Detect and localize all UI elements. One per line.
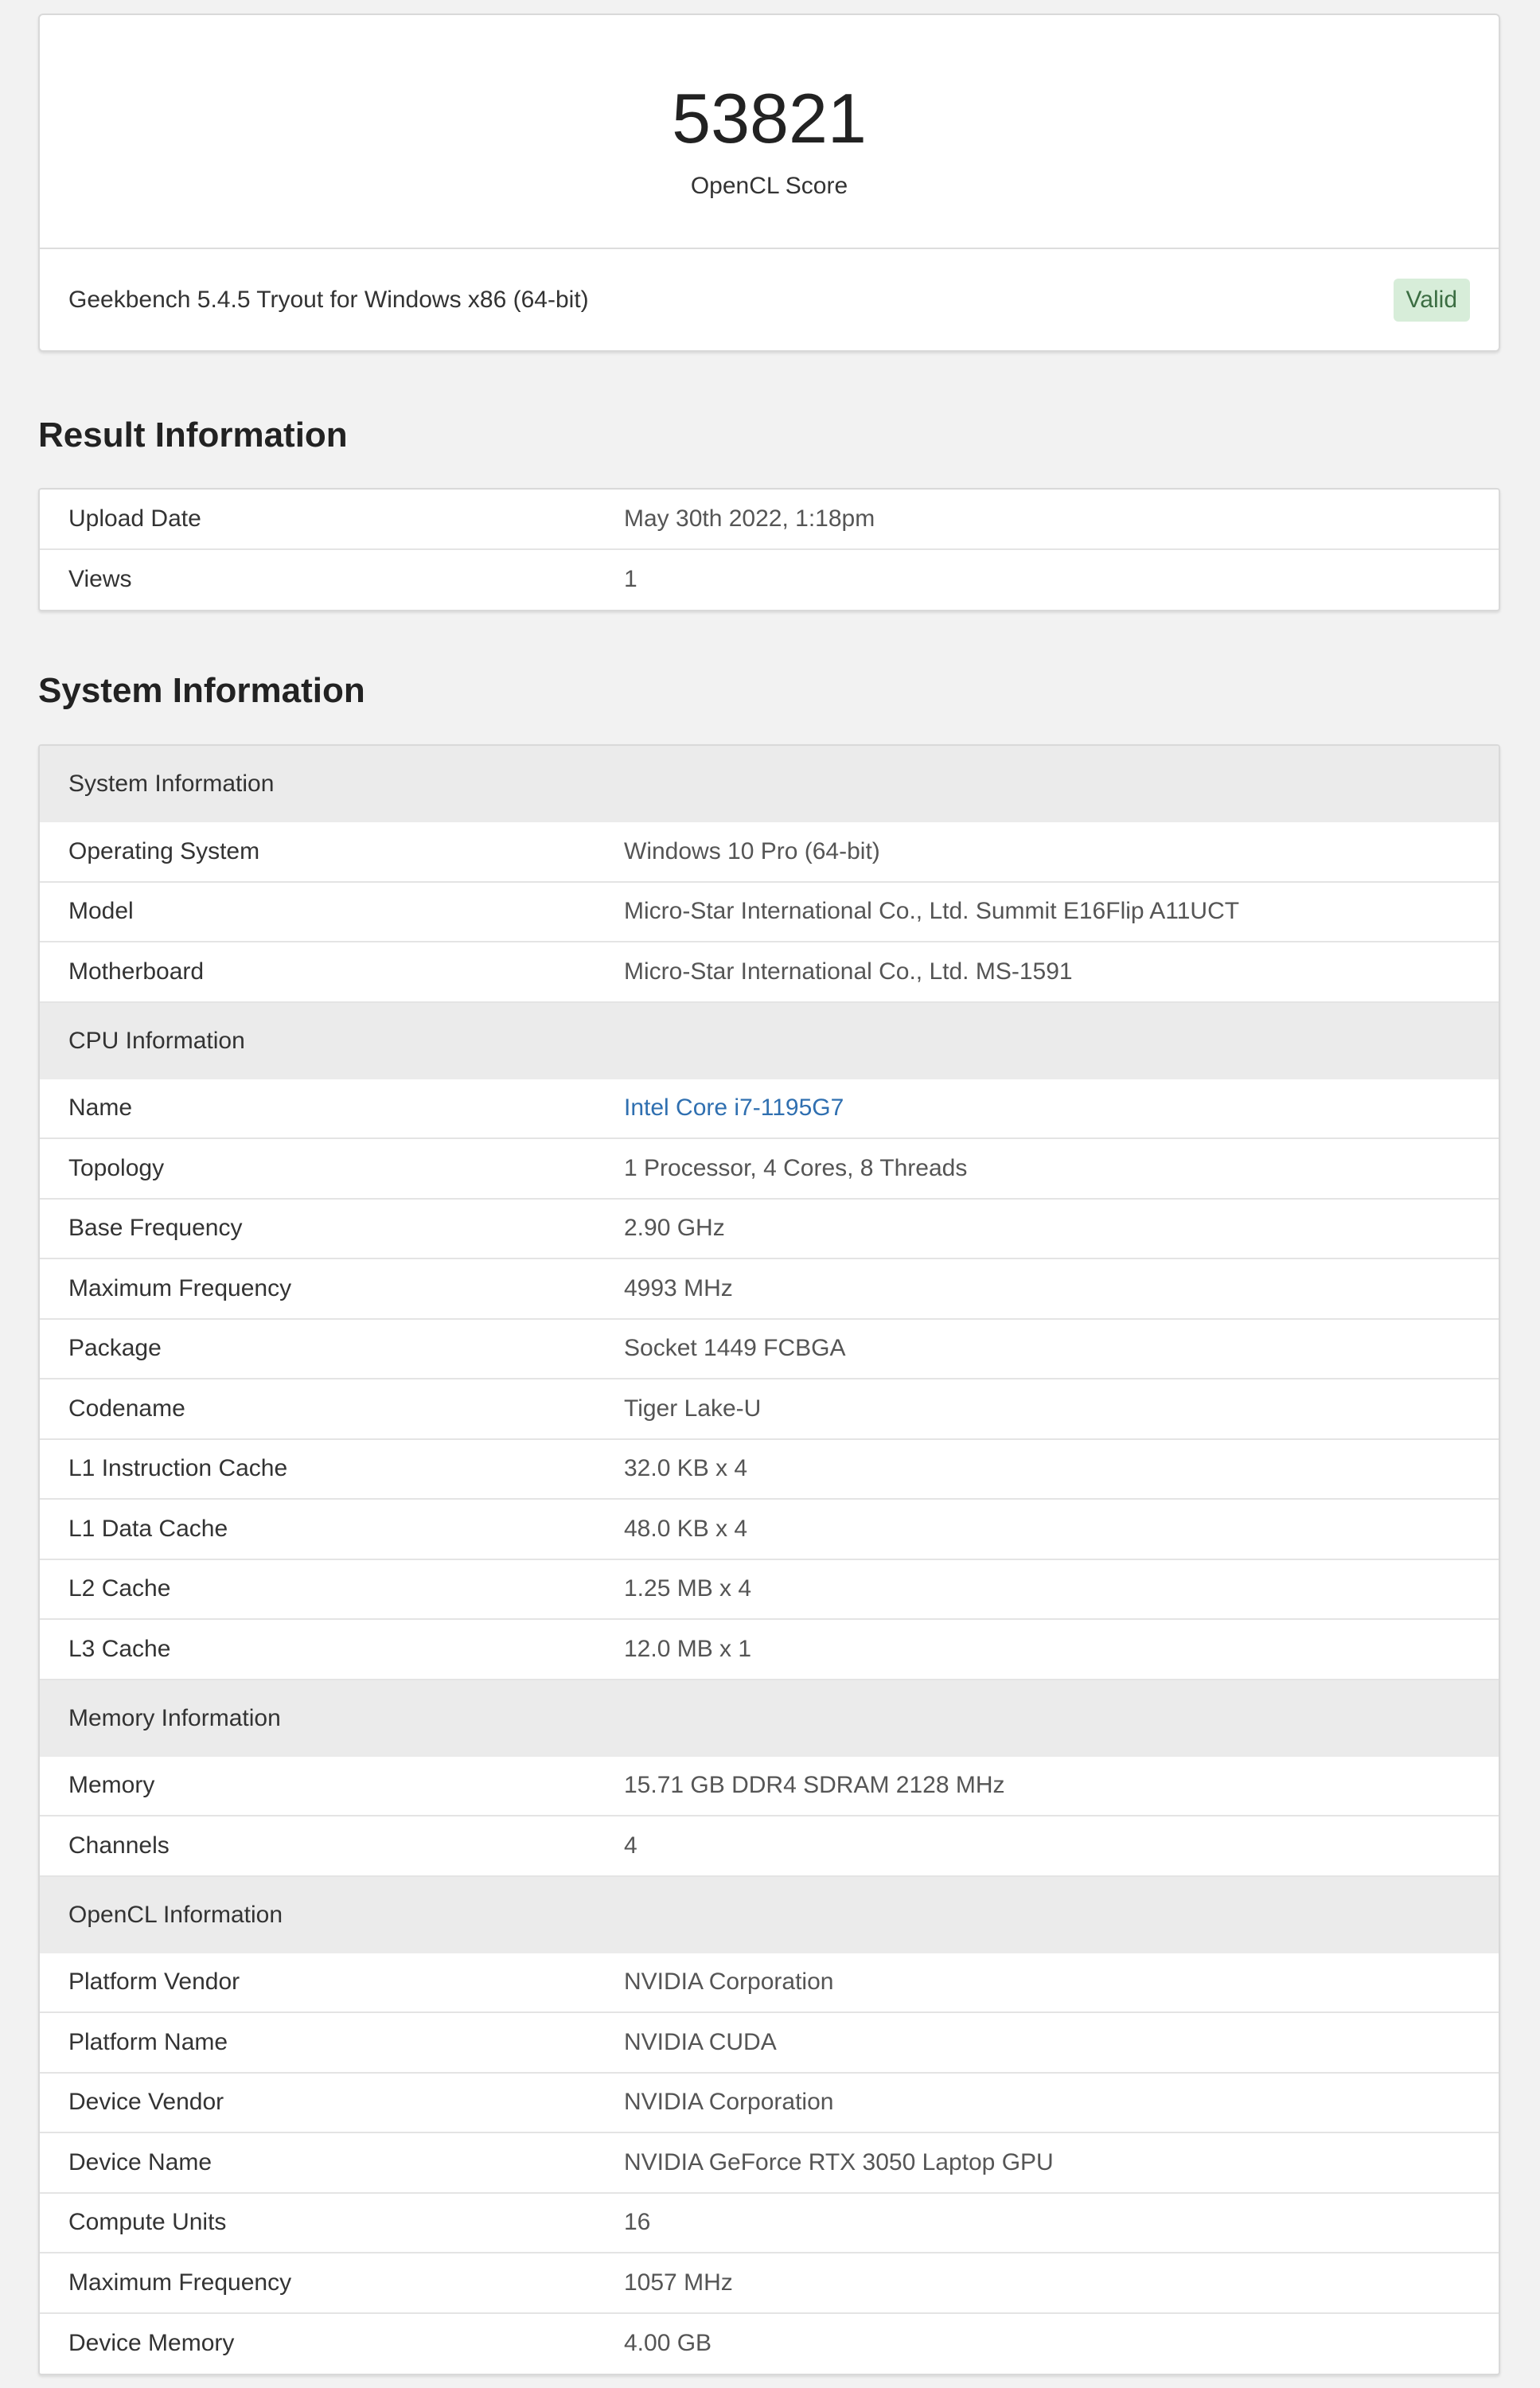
row-key: Base Frequency	[68, 1215, 243, 1242]
row-value: NVIDIA Corporation	[624, 1969, 834, 1996]
system-information-title: System Information	[38, 671, 365, 710]
row-value: 12.0 MB x 1	[624, 1635, 752, 1662]
cpu-name-link[interactable]: Intel Core i7-1195G7	[624, 1094, 1499, 1122]
page: 53821 OpenCL Score Geekbench 5.4.5 Tryou…	[0, 0, 1540, 2388]
table-row: Upload Date May 30th 2022, 1:18pm	[40, 490, 1499, 550]
row-value: 4.00 GB	[624, 2330, 712, 2357]
table-row: Model Micro-Star International Co., Ltd.…	[40, 883, 1499, 942]
score-header: 53821 OpenCL Score	[40, 15, 1499, 249]
table-row: Device Vendor NVIDIA Corporation	[40, 2074, 1499, 2133]
result-information-table: Upload Date May 30th 2022, 1:18pm Views …	[38, 488, 1500, 611]
row-value: 16	[624, 2209, 651, 2236]
table-row: Device Name NVIDIA GeForce RTX 3050 Lapt…	[40, 2133, 1499, 2194]
table-row: L3 Cache 12.0 MB x 1	[40, 1620, 1499, 1680]
row-value: 1.25 MB x 4	[624, 1575, 752, 1602]
table-row: Operating System Windows 10 Pro (64-bit)	[40, 822, 1499, 883]
table-row: L1 Instruction Cache 32.0 KB x 4	[40, 1440, 1499, 1500]
row-value: NVIDIA CUDA	[624, 2028, 777, 2055]
row-key: Model	[68, 898, 134, 925]
row-key: Name	[68, 1094, 133, 1122]
row-value: Windows 10 Pro (64-bit)	[624, 837, 880, 864]
row-value: 1 Processor, 4 Cores, 8 Threads	[624, 1154, 968, 1181]
table-row: L1 Data Cache 48.0 KB x 4	[40, 1500, 1499, 1560]
row-key: Upload Date	[68, 505, 201, 532]
row-value: Micro-Star International Co., Ltd. MS-15…	[624, 958, 1073, 985]
status-badge: Valid	[1393, 278, 1470, 322]
group-header-opencl: OpenCL Information	[40, 1876, 1499, 1953]
table-row: Platform Name NVIDIA CUDA	[40, 2013, 1499, 2074]
group-header-memory: Memory Information	[40, 1680, 1499, 1757]
table-row: Name Intel Core i7-1195G7	[40, 1079, 1499, 1139]
opencl-score-value: 53821	[672, 79, 867, 158]
row-value: Tiger Lake-U	[624, 1395, 762, 1422]
row-key: L1 Data Cache	[68, 1515, 228, 1542]
row-key: Motherboard	[68, 958, 205, 985]
row-key: Channels	[68, 1832, 170, 1859]
score-footer: Geekbench 5.4.5 Tryout for Windows x86 (…	[40, 249, 1499, 350]
table-row: Memory 15.71 GB DDR4 SDRAM 2128 MHz	[40, 1757, 1499, 1816]
row-value: May 30th 2022, 1:18pm	[624, 505, 875, 532]
row-value: NVIDIA GeForce RTX 3050 Laptop GPU	[624, 2148, 1054, 2175]
table-row: Topology 1 Processor, 4 Cores, 8 Threads	[40, 1139, 1499, 1200]
row-value: 4	[624, 1832, 637, 1859]
row-value: 1	[624, 566, 637, 593]
row-value: Socket 1449 FCBGA	[624, 1335, 846, 1362]
group-header-system: System Information	[40, 746, 1499, 822]
table-row: Maximum Frequency 1057 MHz	[40, 2253, 1499, 2314]
table-row: Compute Units 16	[40, 2194, 1499, 2253]
table-row: Motherboard Micro-Star International Co.…	[40, 942, 1499, 1003]
table-row: Views 1	[40, 550, 1499, 611]
opencl-score-label: OpenCL Score	[690, 173, 848, 199]
group-header-cpu: CPU Information	[40, 1002, 1499, 1079]
table-row: Base Frequency 2.90 GHz	[40, 1200, 1499, 1259]
row-key: Device Memory	[68, 2330, 235, 2357]
row-value: 4993 MHz	[624, 1274, 733, 1301]
row-value: 15.71 GB DDR4 SDRAM 2128 MHz	[624, 1772, 1005, 1799]
row-key: Compute Units	[68, 2209, 227, 2236]
row-key: L1 Instruction Cache	[68, 1455, 288, 1482]
row-key: Platform Name	[68, 2028, 228, 2055]
table-row: Maximum Frequency 4993 MHz	[40, 1259, 1499, 1320]
row-key: Topology	[68, 1154, 165, 1181]
table-row: Platform Vendor NVIDIA Corporation	[40, 1953, 1499, 2013]
result-information-title: Result Information	[38, 416, 348, 455]
score-card: 53821 OpenCL Score Geekbench 5.4.5 Tryou…	[38, 14, 1500, 352]
row-value: Micro-Star International Co., Ltd. Summi…	[624, 898, 1240, 925]
row-value: 2.90 GHz	[624, 1215, 725, 1242]
row-key: Operating System	[68, 837, 260, 864]
table-row: Channels 4	[40, 1816, 1499, 1877]
row-key: Memory	[68, 1772, 155, 1799]
row-key: Maximum Frequency	[68, 2269, 292, 2296]
table-row: Codename Tiger Lake-U	[40, 1379, 1499, 1440]
table-row: L2 Cache 1.25 MB x 4	[40, 1560, 1499, 1620]
row-value: 1057 MHz	[624, 2269, 733, 2296]
row-value: 32.0 KB x 4	[624, 1455, 748, 1482]
row-key: Platform Vendor	[68, 1969, 240, 1996]
row-key: L3 Cache	[68, 1635, 171, 1662]
row-key: Device Name	[68, 2148, 212, 2175]
row-key: Codename	[68, 1395, 185, 1422]
system-information-table: System Information Operating System Wind…	[38, 744, 1500, 2375]
row-key: Views	[68, 566, 132, 593]
table-row: Package Socket 1449 FCBGA	[40, 1320, 1499, 1379]
row-key: Device Vendor	[68, 2089, 224, 2116]
row-value: 48.0 KB x 4	[624, 1515, 748, 1542]
row-key: L2 Cache	[68, 1575, 171, 1602]
geekbench-version: Geekbench 5.4.5 Tryout for Windows x86 (…	[68, 286, 589, 313]
row-value: NVIDIA Corporation	[624, 2089, 834, 2116]
table-row: Device Memory 4.00 GB	[40, 2314, 1499, 2374]
row-key: Package	[68, 1335, 162, 1362]
row-key: Maximum Frequency	[68, 1274, 292, 1301]
